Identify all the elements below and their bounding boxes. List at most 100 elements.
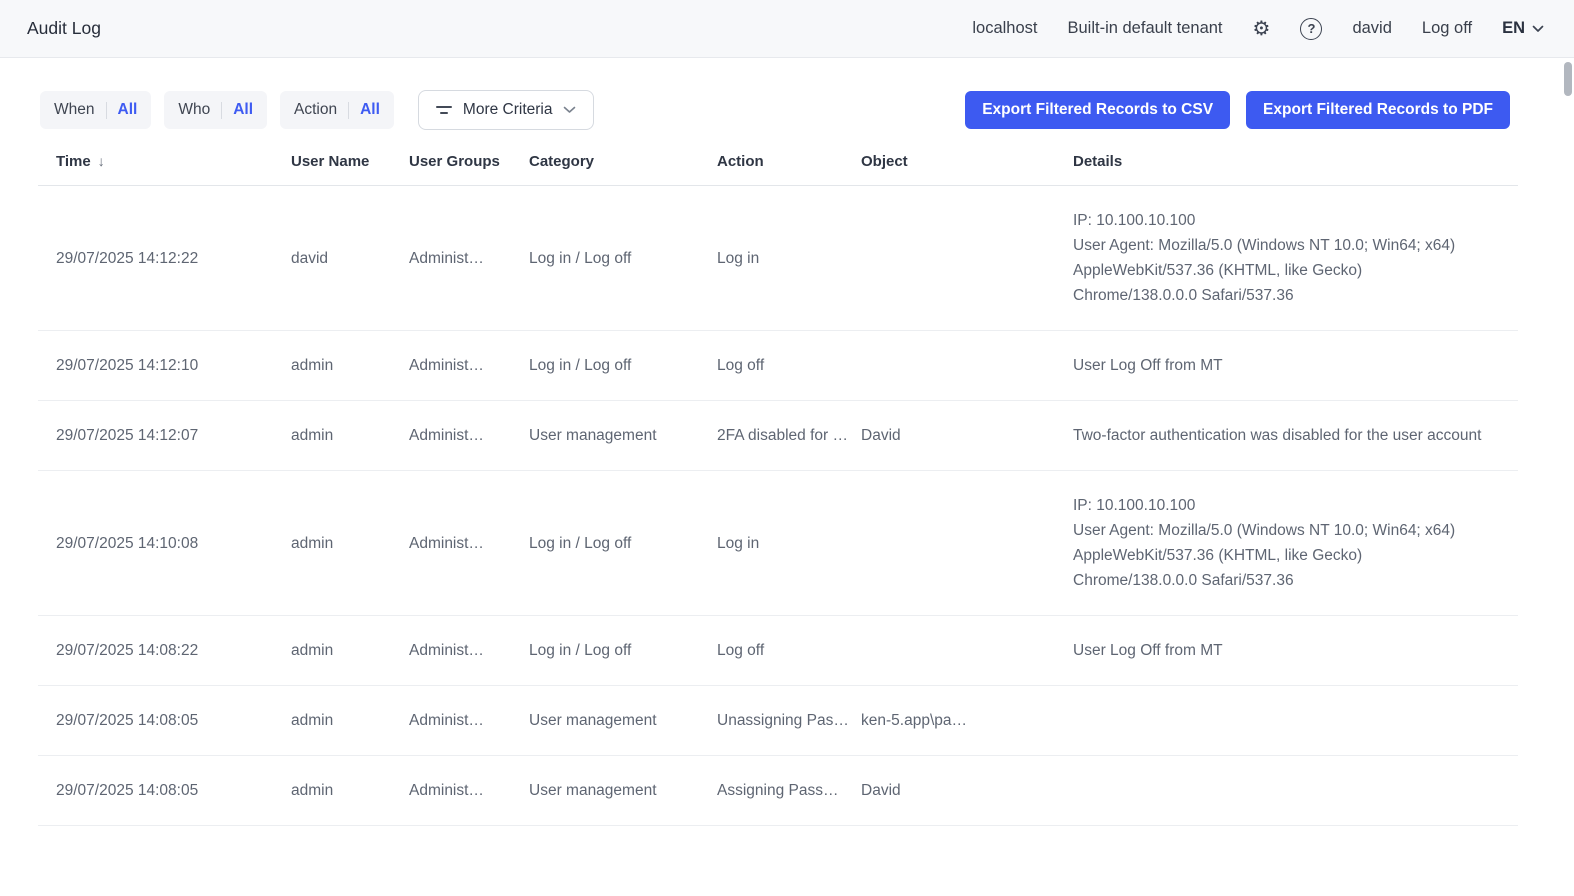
chevron-down-icon bbox=[1532, 25, 1544, 33]
chip-divider bbox=[221, 102, 222, 119]
cell-object: ken-5.app\pa… bbox=[855, 686, 1067, 756]
table-row[interactable]: 29/07/2025 14:12:10adminAdminist…Log in … bbox=[38, 331, 1518, 401]
table-header-row: Time↓ User Name User Groups Category Act… bbox=[38, 140, 1518, 186]
column-header-user-name[interactable]: User Name bbox=[285, 140, 403, 186]
cell-category: Log in / Log off bbox=[523, 186, 711, 331]
cell-object bbox=[855, 186, 1067, 331]
filter-who-label: Who bbox=[178, 101, 210, 119]
column-header-details[interactable]: Details bbox=[1067, 140, 1518, 186]
cell-action: 2FA disabled for … bbox=[711, 401, 855, 471]
column-header-action[interactable]: Action bbox=[711, 140, 855, 186]
cell-time: 29/07/2025 14:08:05 bbox=[38, 756, 285, 826]
language-label: EN bbox=[1502, 19, 1525, 38]
cell-category: User management bbox=[523, 756, 711, 826]
table-row[interactable]: 29/07/2025 14:12:07adminAdminist…User ma… bbox=[38, 401, 1518, 471]
chip-divider bbox=[348, 102, 349, 119]
cell-action: Assigning Pass… bbox=[711, 756, 855, 826]
filter-when-value[interactable]: All bbox=[118, 101, 138, 119]
table-row[interactable]: 29/07/2025 14:10:08adminAdminist…Log in … bbox=[38, 471, 1518, 616]
host-name[interactable]: localhost bbox=[972, 19, 1037, 38]
export-csv-button[interactable]: Export Filtered Records to CSV bbox=[965, 91, 1230, 129]
export-buttons: Export Filtered Records to CSV Export Fi… bbox=[965, 91, 1510, 129]
table-row[interactable]: 29/07/2025 14:12:22davidAdminist…Log in … bbox=[38, 186, 1518, 331]
cell-time: 29/07/2025 14:12:10 bbox=[38, 331, 285, 401]
cell-details: User Log Off from MT bbox=[1067, 331, 1518, 401]
column-header-object[interactable]: Object bbox=[855, 140, 1067, 186]
topbar-right: localhost Built-in default tenant ⚙ ? da… bbox=[972, 18, 1544, 40]
cell-object bbox=[855, 471, 1067, 616]
language-selector[interactable]: EN bbox=[1502, 19, 1544, 38]
chip-divider bbox=[106, 102, 107, 119]
log-off-button[interactable]: Log off bbox=[1422, 19, 1472, 38]
tenant-name[interactable]: Built-in default tenant bbox=[1067, 19, 1222, 38]
cell-user-name: admin bbox=[285, 686, 403, 756]
cell-user-name: admin bbox=[285, 756, 403, 826]
cell-object bbox=[855, 331, 1067, 401]
cell-action: Log off bbox=[711, 616, 855, 686]
cell-time: 29/07/2025 14:12:07 bbox=[38, 401, 285, 471]
filter-chip-who[interactable]: Who All bbox=[164, 91, 267, 129]
cell-details: IP: 10.100.10.100 User Agent: Mozilla/5.… bbox=[1067, 186, 1518, 331]
cell-category: User management bbox=[523, 686, 711, 756]
filter-when-label: When bbox=[54, 101, 95, 119]
settings-gear-icon[interactable]: ⚙ bbox=[1253, 19, 1271, 39]
cell-user-name: david bbox=[285, 186, 403, 331]
cell-details bbox=[1067, 756, 1518, 826]
vertical-scrollbar-thumb[interactable] bbox=[1564, 62, 1572, 96]
cell-action: Unassigning Pas… bbox=[711, 686, 855, 756]
audit-log-table-wrap: Time↓ User Name User Groups Category Act… bbox=[38, 140, 1518, 826]
cell-category: Log in / Log off bbox=[523, 616, 711, 686]
cell-time: 29/07/2025 14:12:22 bbox=[38, 186, 285, 331]
cell-action: Log in bbox=[711, 186, 855, 331]
current-user[interactable]: david bbox=[1352, 19, 1391, 38]
table-row[interactable]: 29/07/2025 14:08:05adminAdminist…User ma… bbox=[38, 686, 1518, 756]
cell-category: Log in / Log off bbox=[523, 331, 711, 401]
cell-user-groups: Administ… bbox=[403, 686, 523, 756]
cell-details bbox=[1067, 686, 1518, 756]
cell-action: Log off bbox=[711, 331, 855, 401]
more-criteria-label: More Criteria bbox=[463, 101, 553, 119]
topbar: Audit Log localhost Built-in default ten… bbox=[0, 0, 1574, 58]
filter-bar: When All Who All Action All More Criteri… bbox=[40, 90, 1510, 130]
more-criteria-button[interactable]: More Criteria bbox=[418, 90, 595, 130]
cell-category: Log in / Log off bbox=[523, 471, 711, 616]
cell-details: User Log Off from MT bbox=[1067, 616, 1518, 686]
cell-user-name: admin bbox=[285, 331, 403, 401]
cell-user-groups: Administ… bbox=[403, 471, 523, 616]
cell-user-name: admin bbox=[285, 401, 403, 471]
cell-time: 29/07/2025 14:08:22 bbox=[38, 616, 285, 686]
audit-log-table: Time↓ User Name User Groups Category Act… bbox=[38, 140, 1518, 826]
cell-object: David bbox=[855, 401, 1067, 471]
cell-action: Log in bbox=[711, 471, 855, 616]
filter-action-label: Action bbox=[294, 101, 337, 119]
chevron-down-icon bbox=[563, 106, 576, 114]
column-header-category[interactable]: Category bbox=[523, 140, 711, 186]
cell-user-groups: Administ… bbox=[403, 331, 523, 401]
filter-chip-action[interactable]: Action All bbox=[280, 91, 394, 129]
cell-details: Two-factor authentication was disabled f… bbox=[1067, 401, 1518, 471]
cell-category: User management bbox=[523, 401, 711, 471]
column-header-user-groups[interactable]: User Groups bbox=[403, 140, 523, 186]
cell-object: David bbox=[855, 756, 1067, 826]
page-title: Audit Log bbox=[27, 18, 101, 39]
filter-action-value[interactable]: All bbox=[360, 101, 380, 119]
help-icon[interactable]: ? bbox=[1300, 18, 1322, 40]
filter-who-value[interactable]: All bbox=[233, 101, 253, 119]
filter-chip-when[interactable]: When All bbox=[40, 91, 151, 129]
column-header-time[interactable]: Time↓ bbox=[38, 140, 285, 186]
cell-time: 29/07/2025 14:10:08 bbox=[38, 471, 285, 616]
export-pdf-button[interactable]: Export Filtered Records to PDF bbox=[1246, 91, 1510, 129]
cell-user-groups: Administ… bbox=[403, 401, 523, 471]
cell-user-groups: Administ… bbox=[403, 186, 523, 331]
cell-time: 29/07/2025 14:08:05 bbox=[38, 686, 285, 756]
cell-user-groups: Administ… bbox=[403, 756, 523, 826]
cell-user-name: admin bbox=[285, 616, 403, 686]
cell-user-groups: Administ… bbox=[403, 616, 523, 686]
table-row[interactable]: 29/07/2025 14:08:22adminAdminist…Log in … bbox=[38, 616, 1518, 686]
cell-object bbox=[855, 616, 1067, 686]
sort-descending-icon[interactable]: ↓ bbox=[98, 153, 105, 169]
cell-details: IP: 10.100.10.100 User Agent: Mozilla/5.… bbox=[1067, 471, 1518, 616]
cell-user-name: admin bbox=[285, 471, 403, 616]
filter-lines-icon bbox=[436, 106, 452, 114]
table-row[interactable]: 29/07/2025 14:08:05adminAdminist…User ma… bbox=[38, 756, 1518, 826]
